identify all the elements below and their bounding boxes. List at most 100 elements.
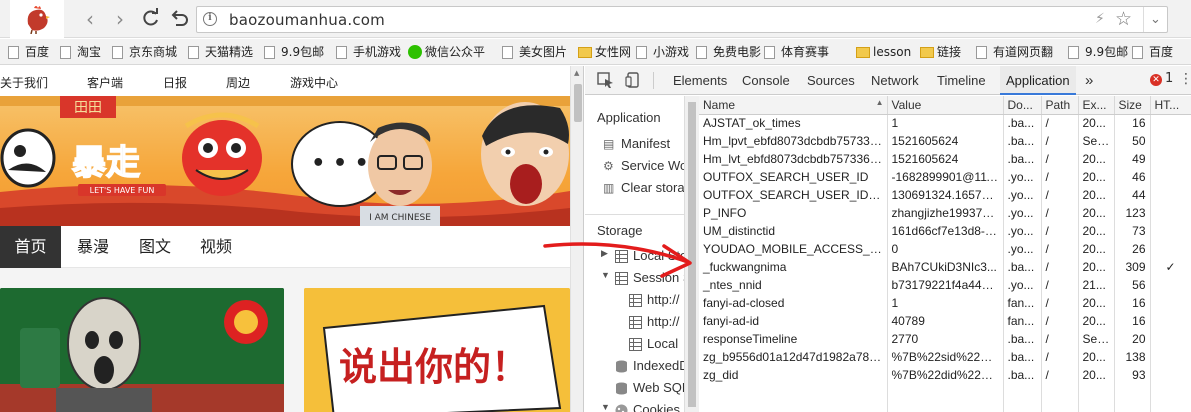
devtools-tab[interactable]: Elements [673, 66, 727, 95]
table-row[interactable]: Hm_lpvt_ebfd8073dcbdb757336... 1521605624… [699, 132, 1191, 150]
reload-button[interactable] [141, 8, 161, 28]
inspect-element-icon[interactable] [597, 72, 615, 88]
db-icon [615, 382, 628, 395]
svg-text:• • •: • • • [311, 151, 369, 176]
site-tab[interactable]: 暴漫 [62, 226, 124, 268]
sidebar-item[interactable]: Web SQL [615, 380, 684, 395]
bookmark-item[interactable]: 9.9包邮 [264, 43, 324, 61]
devtools-tab[interactable]: Timeline [937, 66, 986, 95]
site-banner[interactable]: 田田 暴走 LET'S HAVE FUN • • • I AM CHINESE [0, 96, 570, 226]
table-cell: -1682899901@111.... [887, 168, 1004, 186]
site-nav-link[interactable]: 日报 [163, 74, 187, 91]
site-tab[interactable]: 首页 [0, 226, 61, 268]
table-cell: 49 [1114, 150, 1151, 168]
address-bar[interactable]: i baozoumanhua.com ⚡︎ ☆ ⌄ [196, 6, 1168, 33]
table-row[interactable]: P_INFO zhangjizhe199372... .yo.../20... 123 [699, 204, 1191, 222]
bookmark-item[interactable]: 百度 [1132, 43, 1173, 61]
chevron-down-icon[interactable]: ⌄ [1143, 7, 1167, 32]
bookmark-item[interactable]: 美女图片 [502, 43, 567, 61]
devtools-tab[interactable]: Network [871, 66, 919, 95]
sidebar-item[interactable]: ▥ Clear storage [603, 180, 684, 195]
bookmark-item[interactable]: 手机游戏 [336, 43, 401, 61]
column-header[interactable]: Ex... [1078, 96, 1115, 115]
table-row[interactable]: _ntes_nnid b73179221f4a4497... .yo.../21..… [699, 276, 1191, 294]
sidebar-item[interactable]: ⚙ Service Workers [603, 158, 684, 173]
table-row[interactable]: OUTFOX_SEARCH_USER_ID_NC... 130691324.165… [699, 186, 1191, 204]
sidebar-scroll-thumb[interactable] [688, 102, 696, 407]
sidebar-item[interactable]: ▶ Local Storage [601, 248, 684, 263]
bookmark-item[interactable]: lesson [856, 43, 911, 61]
site-tab[interactable]: 视频 [186, 226, 246, 268]
bookmark-item[interactable]: 免费电影 [696, 43, 761, 61]
sidebar-item[interactable]: ▤ Manifest [603, 136, 670, 151]
bookmark-item[interactable]: 9.9包邮 [1068, 43, 1128, 61]
sidebar-item[interactable]: ▼ Session Storage [601, 270, 684, 285]
video-thumbnail-1[interactable] [0, 288, 284, 412]
table-row[interactable]: fanyi-ad-id 40789 fan.../20... 16 [699, 312, 1191, 330]
column-header[interactable]: Value [887, 96, 1004, 115]
triangle-right-icon[interactable]: ▶ [601, 248, 608, 259]
site-nav-link[interactable]: 客户端 [87, 74, 123, 91]
bookmark-item[interactable]: 微信公众平 [408, 43, 485, 61]
site-nav-link[interactable]: 关于我们 [0, 74, 48, 91]
more-tabs-button[interactable]: » [1085, 66, 1093, 95]
table-row[interactable]: zg_b9556d01a12d47d1982a78b7f... %7B%22sid… [699, 348, 1191, 366]
url-text[interactable]: baozoumanhua.com [229, 11, 385, 29]
bookmark-item[interactable]: 天猫精选 [188, 43, 253, 61]
sidebar-item[interactable]: http:// [629, 292, 680, 307]
column-header[interactable]: HT... [1150, 96, 1191, 115]
table-row[interactable]: zg_did %7B%22did%22%... .ba.../20... 93 [699, 366, 1191, 384]
bookmark-item[interactable]: 小游戏 [636, 43, 689, 61]
triangle-down-icon[interactable]: ▼ [601, 270, 610, 280]
site-nav-link[interactable]: 游戏中心 [290, 74, 338, 91]
table-row[interactable]: Hm_lvt_ebfd8073dcbdb7573367... 1521605624… [699, 150, 1191, 168]
sidebar-item[interactable]: ▼ Cookies [601, 402, 680, 412]
site-tab[interactable]: 图文 [124, 226, 186, 268]
table-cell: 20... [1078, 294, 1115, 312]
scrollbar-thumb[interactable] [574, 84, 582, 122]
devtools-tab[interactable]: Sources [807, 66, 855, 95]
bookmark-item[interactable]: 京东商城 [112, 43, 177, 61]
forward-button[interactable]: › [110, 9, 130, 29]
bookmark-label: 百度 [25, 45, 50, 59]
sidebar-item[interactable]: http:// [629, 314, 680, 329]
bookmark-star-icon[interactable]: ☆ [1115, 8, 1132, 30]
table-row[interactable]: UM_distinctid 161d66cf7e13d8-0... .yo.../2… [699, 222, 1191, 240]
bookmark-item[interactable]: 百度 [8, 43, 49, 61]
undo-button[interactable] [169, 8, 189, 28]
site-info-icon[interactable]: i [203, 12, 217, 26]
bookmark-item[interactable]: 体育赛事 [764, 43, 829, 61]
table-row[interactable]: AJSTAT_ok_times 1 .ba.../20... 16 [699, 114, 1191, 132]
column-header[interactable]: Name ▲ [699, 96, 888, 115]
error-count[interactable]: 1 [1165, 71, 1173, 86]
table-row[interactable]: fanyi-ad-closed 1 fan.../20... 16 [699, 294, 1191, 312]
table-row[interactable]: responseTimeline 2770 .ba... / Ses... 20 [699, 330, 1191, 348]
lightning-icon[interactable]: ⚡︎ [1095, 11, 1105, 27]
column-header[interactable]: Size [1114, 96, 1151, 115]
table-row[interactable]: _fuckwangnima BAh7CUkiD3NIc3... .ba.../20.… [699, 258, 1191, 276]
column-header[interactable]: Path [1041, 96, 1079, 115]
table-row[interactable]: YOUDAO_MOBILE_ACCESS_TYPE 0 .yo.../20... 26 [699, 240, 1191, 258]
triangle-down-icon[interactable]: ▼ [601, 402, 610, 412]
error-icon[interactable]: ✕ [1150, 74, 1162, 86]
bookmark-item[interactable]: 有道网页翻 [976, 43, 1053, 61]
site-favicon-tab[interactable] [10, 0, 64, 38]
site-nav-link[interactable]: 周边 [226, 74, 250, 91]
back-button[interactable]: ‹ [80, 9, 100, 29]
column-header[interactable]: Do... [1003, 96, 1042, 115]
devtools-tab[interactable]: Application [1000, 66, 1076, 95]
devtools-tab[interactable]: Console [742, 66, 790, 95]
table-row[interactable]: OUTFOX_SEARCH_USER_ID -1682899901@111....… [699, 168, 1191, 186]
sort-ascending-icon[interactable]: ▲ [876, 98, 884, 107]
sidebar-scrollbar[interactable] [685, 96, 699, 412]
sidebar-item[interactable]: IndexedDB [615, 358, 684, 373]
scroll-up-icon[interactable]: ▲ [574, 69, 579, 77]
article-thumbnail-2[interactable]: 说出你的！ [304, 288, 570, 412]
device-toolbar-icon[interactable] [625, 72, 643, 88]
devtools-menu-icon[interactable]: ⋮ [1179, 71, 1191, 87]
page-scrollbar[interactable]: ▲ [570, 66, 583, 412]
sidebar-item[interactable]: Local [629, 336, 678, 351]
bookmark-item[interactable]: 淘宝 [60, 43, 101, 61]
bookmark-item[interactable]: 链接 [920, 43, 961, 61]
bookmark-item[interactable]: 女性网 [578, 43, 631, 61]
